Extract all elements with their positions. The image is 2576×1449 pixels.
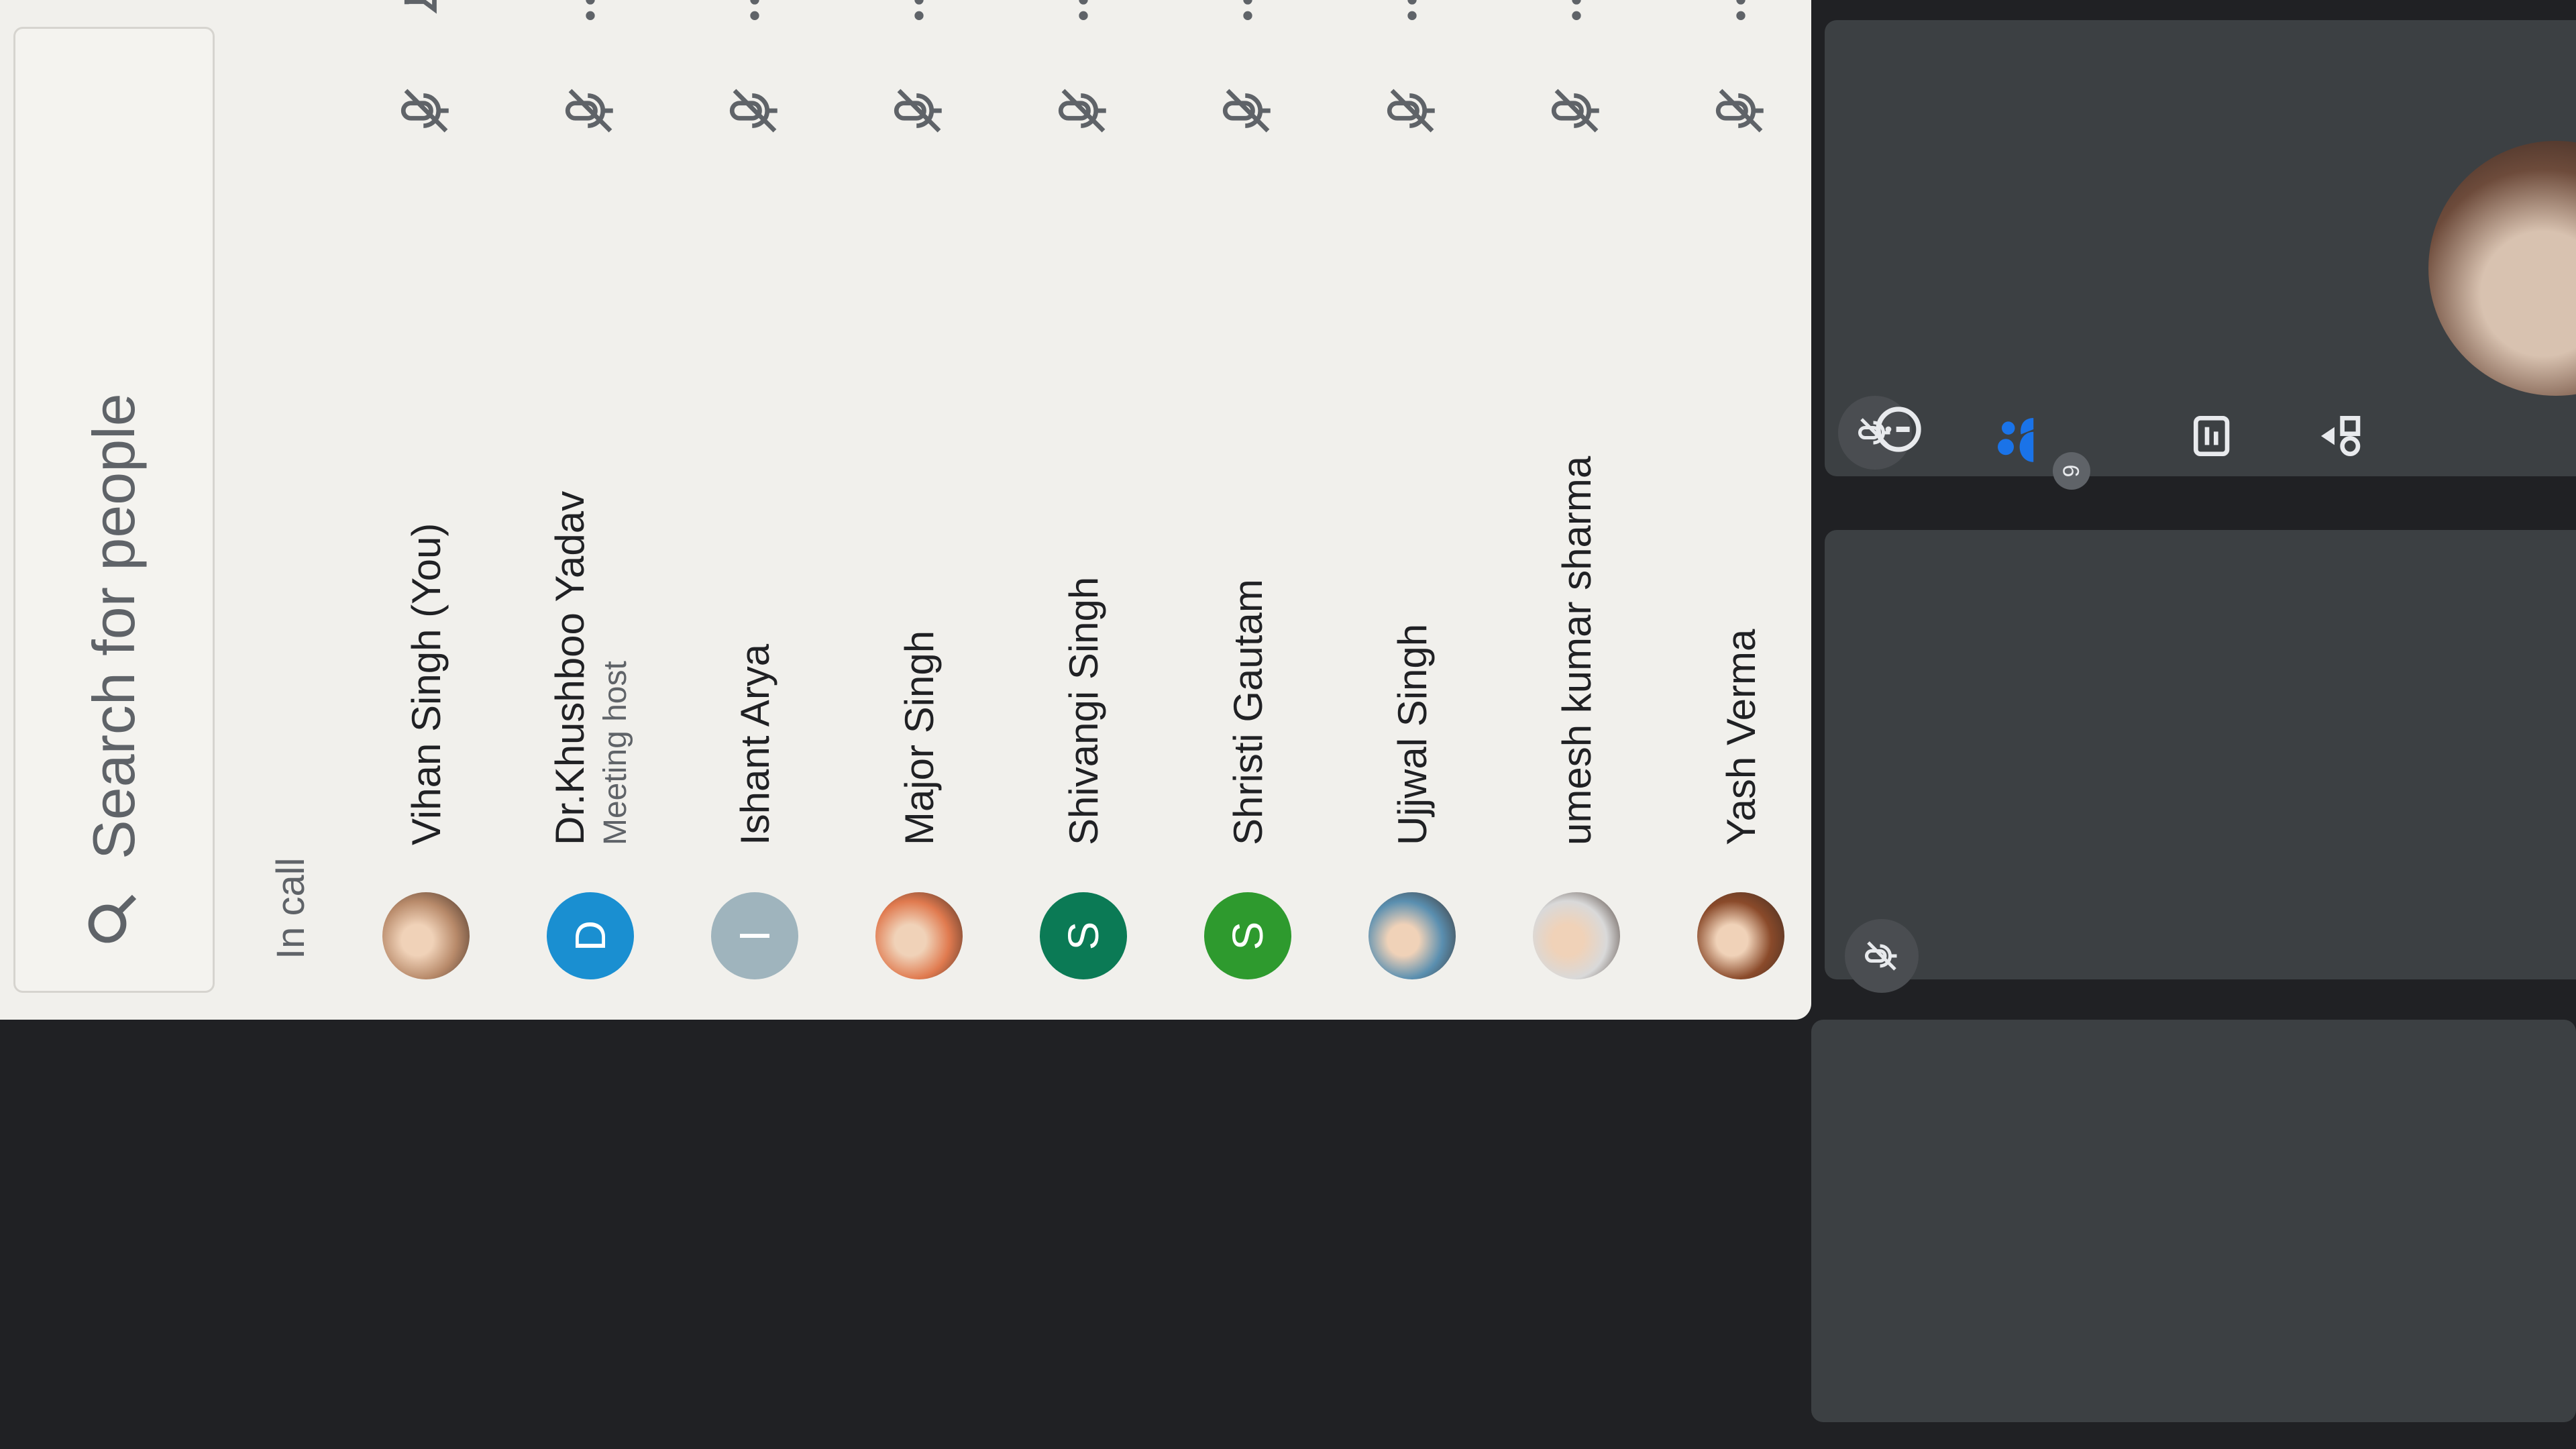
more-icon[interactable] <box>564 0 617 27</box>
mic-off-icon <box>1053 80 1114 141</box>
avatar-photo <box>1368 892 1456 979</box>
more-icon[interactable] <box>1550 0 1603 27</box>
people-panel: Search for people In call Vihan Singh (Y… <box>0 0 1811 1020</box>
more-icon[interactable] <box>728 0 782 27</box>
mic-off-icon <box>889 80 949 141</box>
participant-row[interactable]: Yash Verma <box>1664 0 1818 979</box>
search-field[interactable]: Search for people <box>13 27 215 993</box>
avatar: S <box>1204 892 1291 979</box>
video-tile[interactable] <box>1825 530 2576 993</box>
mic-off-icon <box>1546 80 1607 141</box>
more-icon[interactable] <box>1057 0 1110 27</box>
participant-row[interactable]: Major Singh <box>842 0 996 979</box>
avatar: S <box>1040 892 1127 979</box>
people-count-badge: 9 <box>2053 452 2090 490</box>
participant-row[interactable]: Ujjwal Singh <box>1335 0 1489 979</box>
avatar-initial: D <box>566 920 614 952</box>
avatar-photo <box>1697 892 1784 979</box>
avatar-photo <box>875 892 963 979</box>
mic-off-icon <box>396 80 456 141</box>
more-icon[interactable] <box>1714 0 1768 27</box>
mic-off-icon <box>724 80 785 141</box>
avatar: D <box>547 892 634 979</box>
search-icon <box>80 886 148 951</box>
avatar-photo <box>1533 892 1620 979</box>
section-label-in-call: In call <box>269 857 313 959</box>
mic-off-icon <box>1711 80 1771 141</box>
video-tile[interactable] <box>1825 20 2576 476</box>
mic-off-icon <box>1382 80 1442 141</box>
participant-row[interactable]: Vihan Singh (You) <box>349 0 503 979</box>
people-icon[interactable] <box>1986 409 2049 470</box>
chat-icon[interactable] <box>2187 409 2244 463</box>
participant-row[interactable]: D Dr.Khushboo Yadav Meeting host <box>513 0 667 979</box>
search-placeholder: Search for people <box>80 393 147 859</box>
avatar-initial: S <box>1059 921 1108 951</box>
participant-row[interactable]: umesh kumar sharma <box>1499 0 1654 979</box>
pin-icon[interactable] <box>399 0 453 27</box>
participant-video-avatar <box>2428 141 2576 396</box>
avatar: I <box>711 892 798 979</box>
participant-row[interactable]: S Shristi Gautam <box>1171 0 1325 979</box>
participant-row[interactable]: I Ishant Arya <box>678 0 832 979</box>
info-icon[interactable] <box>1872 402 1929 456</box>
mic-off-icon <box>1218 80 1278 141</box>
participant-row[interactable]: S Shivangi Singh <box>1006 0 1161 979</box>
mic-off-icon <box>560 80 621 141</box>
avatar-initial: I <box>731 930 779 942</box>
meet-screen: Search for people In call Vihan Singh (Y… <box>0 0 2576 1449</box>
activities-icon[interactable] <box>2314 409 2371 463</box>
more-icon[interactable] <box>1221 0 1275 27</box>
more-icon[interactable] <box>892 0 946 27</box>
video-tile[interactable] <box>1811 1020 2576 1422</box>
avatar-initial: S <box>1224 921 1272 951</box>
more-icon[interactable] <box>1385 0 1439 27</box>
avatar-photo <box>382 892 470 979</box>
muted-icon <box>1845 919 1919 993</box>
